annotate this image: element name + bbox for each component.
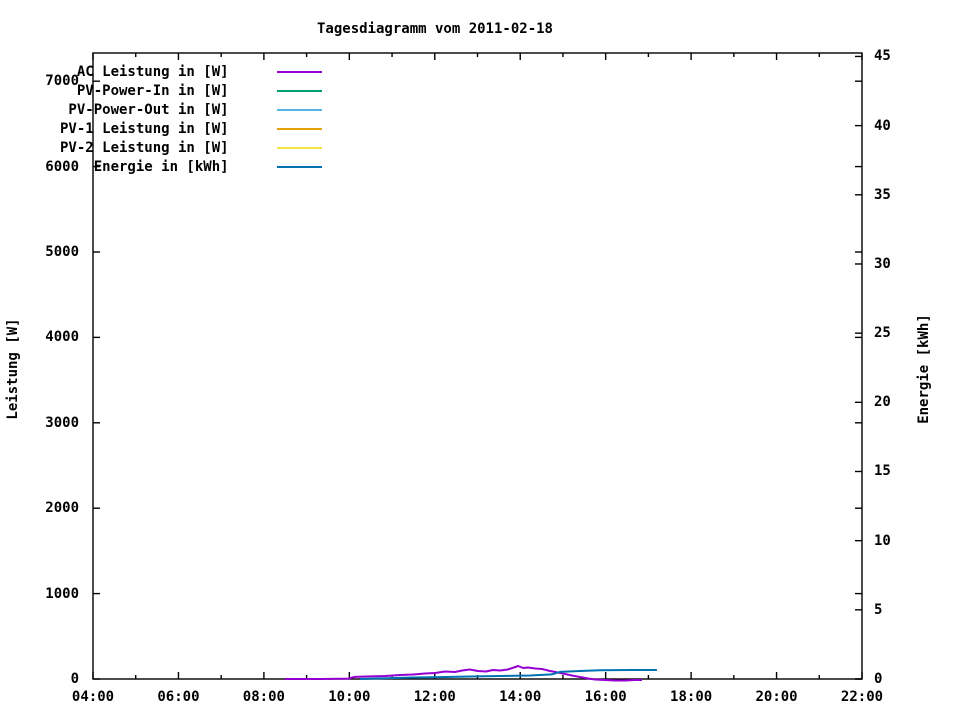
y2-tick-label: 0 bbox=[874, 671, 883, 687]
legend-line-sample bbox=[276, 108, 322, 111]
y1-tick-label: 4000 bbox=[45, 329, 79, 346]
y2-tick-label: 10 bbox=[874, 532, 891, 549]
legend-label: Energie in [kWh] bbox=[93, 158, 229, 175]
y2-tick-label: 35 bbox=[874, 186, 891, 203]
y1-tick-label: 1000 bbox=[45, 585, 79, 602]
legend-line-sample bbox=[276, 165, 322, 168]
legend-row: AC Leistung in [W] bbox=[60, 62, 322, 81]
y1-tick-label: 2000 bbox=[45, 500, 79, 517]
legend-line-sample bbox=[276, 127, 322, 130]
y2-tick-label: 30 bbox=[874, 255, 891, 272]
legend-row: Energie in [kWh] bbox=[60, 157, 322, 176]
legend-line-sample bbox=[276, 70, 322, 73]
legend-line-sample bbox=[276, 89, 322, 92]
x-tick-label: 04:00 bbox=[71, 689, 115, 705]
x-tick-label: 18:00 bbox=[670, 689, 713, 705]
y1-tick-label: 3000 bbox=[45, 414, 79, 431]
y2-tick-label: 20 bbox=[874, 394, 891, 411]
legend-label: AC Leistung in [W] bbox=[76, 63, 229, 80]
y1-tick-label: 0 bbox=[70, 671, 79, 687]
x-tick-label: 08:00 bbox=[242, 689, 285, 705]
legend-line-sample bbox=[276, 146, 322, 149]
x-tick-label: 06:00 bbox=[157, 689, 200, 705]
y2-tick-label: 5 bbox=[874, 601, 883, 618]
legend-row: PV-Power-Out in [W] bbox=[60, 100, 322, 119]
legend-label: PV-Power-In in [W] bbox=[76, 82, 229, 99]
x-tick-label: 16:00 bbox=[584, 689, 627, 705]
y2-tick-label: 45 bbox=[874, 48, 891, 65]
legend-row: PV-Power-In in [W] bbox=[60, 81, 322, 100]
legend-row: PV-2 Leistung in [W] bbox=[60, 138, 322, 157]
legend-label: PV-2 Leistung in [W] bbox=[60, 139, 229, 156]
x-tick-label: 10:00 bbox=[328, 689, 371, 705]
legend-label: PV-1 Leistung in [W] bbox=[60, 120, 229, 137]
legend-label: PV-Power-Out in [W] bbox=[68, 101, 229, 118]
x-tick-label: 22:00 bbox=[840, 689, 884, 705]
x-tick-label: 14:00 bbox=[499, 689, 542, 705]
y2-tick-label: 25 bbox=[874, 325, 891, 342]
legend-row: PV-1 Leistung in [W] bbox=[60, 119, 322, 138]
y2-tick-label: 40 bbox=[874, 117, 891, 134]
y1-tick-label: 5000 bbox=[45, 243, 79, 260]
legend: AC Leistung in [W] PV-Power-In in [W] PV-P… bbox=[60, 62, 322, 176]
x-tick-label: 12:00 bbox=[413, 689, 456, 705]
y2-tick-label: 15 bbox=[874, 463, 891, 480]
x-tick-label: 20:00 bbox=[755, 689, 798, 705]
